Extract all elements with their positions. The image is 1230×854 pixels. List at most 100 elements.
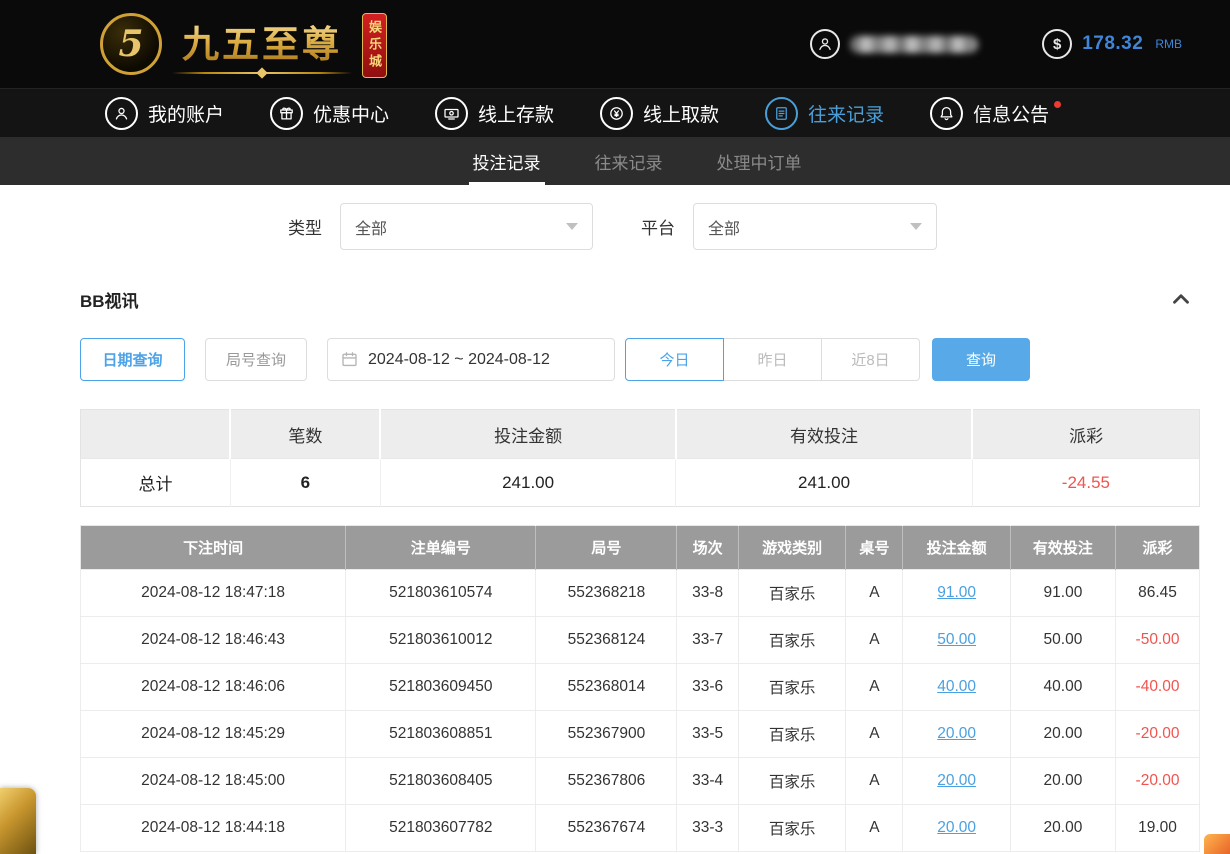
cell-bet-time: 2024-08-12 18:45:29 <box>81 711 346 758</box>
summary-total-label: 总计 <box>81 459 231 507</box>
cell-session: 33-5 <box>677 711 739 758</box>
nav-item-deposit[interactable]: 线上存款 <box>435 97 554 130</box>
col-payout: 派彩 <box>1116 526 1200 570</box>
page: 5 九五至尊 娱乐城 $ 178.32 RMB <box>0 0 1230 854</box>
bell-icon <box>930 97 963 130</box>
bet-amount-link[interactable]: 50.00 <box>937 631 976 648</box>
cell-session: 33-8 <box>677 570 739 617</box>
cell-game-type: 百家乐 <box>738 711 845 758</box>
col-valid-bet: 有效投注 <box>1010 526 1115 570</box>
type-filter-label: 类型 <box>288 214 322 239</box>
section-title: BB视讯 <box>80 287 139 312</box>
service-widget-partial[interactable] <box>1204 834 1230 854</box>
cell-table-no: A <box>846 711 903 758</box>
record-tabs: 投注记录 往来记录 处理中订单 <box>0 137 1230 185</box>
chevron-down-icon <box>566 223 578 230</box>
cell-payout: -20.00 <box>1116 711 1200 758</box>
username-blurred <box>850 36 978 53</box>
col-round-no: 局号 <box>536 526 677 570</box>
cell-valid-bet: 50.00 <box>1010 617 1115 664</box>
col-bet-time: 下注时间 <box>81 526 346 570</box>
query-bar: 日期查询 局号查询 2024-08-12 ~ 2024-08-12 今日 昨日 … <box>80 338 1200 381</box>
cell-payout: 19.00 <box>1116 805 1200 852</box>
nav-item-records[interactable]: 往来记录 <box>765 97 884 130</box>
date-range-input[interactable]: 2024-08-12 ~ 2024-08-12 <box>327 338 615 381</box>
table-row: 2024-08-12 18:45:29 521803608851 5523679… <box>81 711 1200 758</box>
user-icon <box>810 29 840 59</box>
summary-header-blank <box>81 410 231 459</box>
account-icon <box>105 97 138 130</box>
bet-amount-link[interactable]: 91.00 <box>937 584 976 601</box>
deposit-icon <box>435 97 468 130</box>
cell-round-no: 552367806 <box>536 758 677 805</box>
summary-payout: -24.55 <box>972 459 1199 507</box>
col-bet-id: 注单编号 <box>346 526 536 570</box>
tab-bet-records[interactable]: 投注记录 <box>469 137 545 185</box>
yesterday-button[interactable]: 昨日 <box>723 338 822 381</box>
platform-select[interactable]: 全部 <box>693 203 937 250</box>
cell-round-no: 552368014 <box>536 664 677 711</box>
withdraw-icon <box>600 97 633 130</box>
today-button[interactable]: 今日 <box>625 338 724 381</box>
quick-date-group: 今日 昨日 近8日 <box>625 338 920 381</box>
cell-session: 33-4 <box>677 758 739 805</box>
date-query-button[interactable]: 日期查询 <box>80 338 185 381</box>
cell-bet-id: 521803609450 <box>346 664 536 711</box>
nav-label: 往来记录 <box>808 100 884 127</box>
cell-bet-id: 521803610012 <box>346 617 536 664</box>
top-header: 5 九五至尊 娱乐城 $ 178.32 RMB <box>0 0 1230 88</box>
cell-bet-time: 2024-08-12 18:44:18 <box>81 805 346 852</box>
tab-transactions[interactable]: 往来记录 <box>591 137 667 185</box>
table-row: 2024-08-12 18:46:43 521803610012 5523681… <box>81 617 1200 664</box>
type-select[interactable]: 全部 <box>340 203 593 250</box>
balance-currency: RMB <box>1155 37 1182 51</box>
summary-total-row: 总计 6 241.00 241.00 -24.55 <box>81 459 1200 507</box>
bet-amount-link[interactable]: 40.00 <box>937 678 976 695</box>
nav-item-my-account[interactable]: 我的账户 <box>105 97 224 130</box>
cell-game-type: 百家乐 <box>738 664 845 711</box>
cell-bet-id: 521803607782 <box>346 805 536 852</box>
account-chip[interactable] <box>810 29 978 59</box>
bet-amount-link[interactable]: 20.00 <box>937 819 976 836</box>
bet-amount-link[interactable]: 20.00 <box>937 725 976 742</box>
last-8-days-button[interactable]: 近8日 <box>821 338 920 381</box>
nav-label: 信息公告 <box>973 100 1049 127</box>
chevron-down-icon <box>910 223 922 230</box>
cell-session: 33-6 <box>677 664 739 711</box>
summary-valid-bet: 241.00 <box>676 459 973 507</box>
col-table-no: 桌号 <box>846 526 903 570</box>
date-range-value: 2024-08-12 ~ 2024-08-12 <box>368 351 550 369</box>
collapse-chevron-up-icon[interactable] <box>1168 286 1194 312</box>
tab-processing-orders[interactable]: 处理中订单 <box>713 137 806 185</box>
site-logo[interactable]: 5 九五至尊 娱乐城 <box>100 11 387 78</box>
promo-float-partial[interactable] <box>0 788 36 854</box>
summary-header-valid-bet: 有效投注 <box>676 410 973 459</box>
cell-round-no: 552368218 <box>536 570 677 617</box>
content: 类型 全部 平台 全部 BB视讯 日期查询 局号查询 2 <box>0 203 1230 852</box>
search-button[interactable]: 查询 <box>932 338 1030 381</box>
cell-game-type: 百家乐 <box>738 805 845 852</box>
gift-icon <box>270 97 303 130</box>
nav-item-promotions[interactable]: 优惠中心 <box>270 97 389 130</box>
table-body: 2024-08-12 18:47:18 521803610574 5523682… <box>81 570 1200 852</box>
notification-dot <box>1054 101 1061 108</box>
balance-chip[interactable]: $ 178.32 RMB <box>1042 29 1182 59</box>
summary-header-payout: 派彩 <box>972 410 1199 459</box>
nav-item-announcements[interactable]: 信息公告 <box>930 97 1049 130</box>
currency-icon: $ <box>1042 29 1072 59</box>
cell-table-no: A <box>846 758 903 805</box>
summary-bet-amount: 241.00 <box>380 459 675 507</box>
cell-round-no: 552367900 <box>536 711 677 758</box>
table-row: 2024-08-12 18:46:06 521803609450 5523680… <box>81 664 1200 711</box>
summary-header-row: 笔数 投注金额 有效投注 派彩 <box>81 410 1200 459</box>
nav-label: 我的账户 <box>148 100 224 127</box>
nav-item-withdraw[interactable]: 线上取款 <box>600 97 719 130</box>
cell-payout: -20.00 <box>1116 758 1200 805</box>
round-query-button[interactable]: 局号查询 <box>205 338 307 381</box>
col-game-type: 游戏类别 <box>738 526 845 570</box>
table-row: 2024-08-12 18:44:18 521803607782 5523676… <box>81 805 1200 852</box>
cell-bet-time: 2024-08-12 18:46:43 <box>81 617 346 664</box>
cell-session: 33-3 <box>677 805 739 852</box>
cell-bet-id: 521803608405 <box>346 758 536 805</box>
bet-amount-link[interactable]: 20.00 <box>937 772 976 789</box>
